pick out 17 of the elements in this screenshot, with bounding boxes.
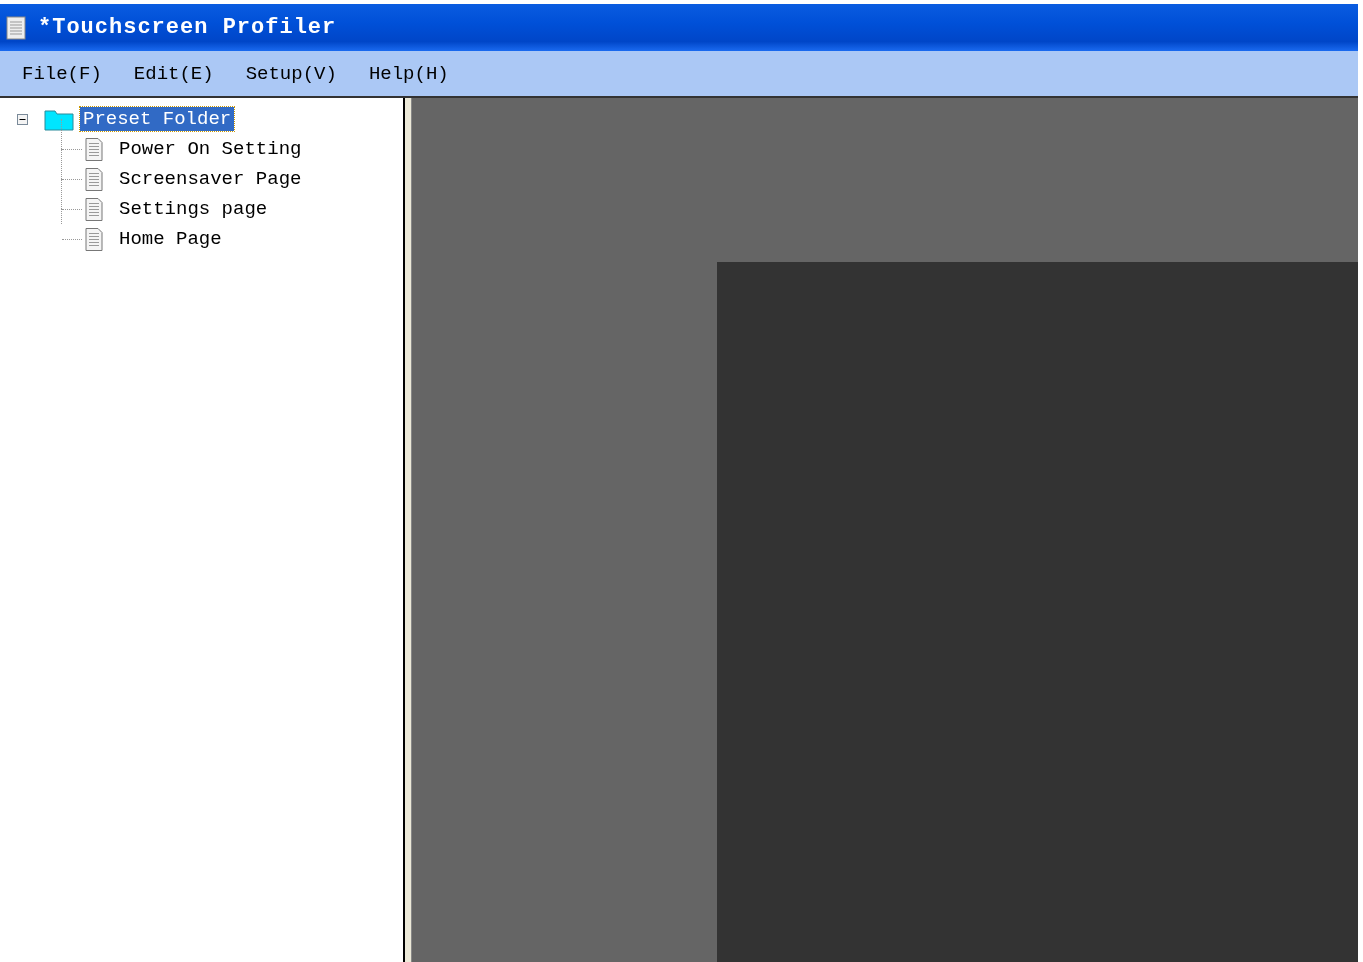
document-icon (84, 166, 104, 192)
tree-item[interactable]: Settings page (116, 197, 271, 221)
tree-item[interactable]: Screensaver Page (116, 167, 305, 191)
splitter[interactable] (403, 98, 412, 962)
document-icon (84, 226, 104, 252)
menu-item[interactable]: Help(H) (368, 62, 449, 85)
menu-item[interactable]: Edit(E) (133, 62, 214, 85)
tree-item[interactable]: Preset Folder (80, 107, 235, 131)
tree-item[interactable]: Power On Setting (116, 137, 305, 161)
document-icon (84, 196, 104, 222)
document-icon (84, 136, 104, 162)
menu-item[interactable]: File(F) (22, 62, 102, 85)
collapse-toggle[interactable] (17, 113, 28, 125)
window-title: *Touchscreen Profiler (38, 15, 337, 40)
document-icon (6, 14, 26, 41)
menu-item[interactable]: Setup(V) (245, 62, 337, 85)
tree-item[interactable]: Home Page (116, 227, 225, 251)
